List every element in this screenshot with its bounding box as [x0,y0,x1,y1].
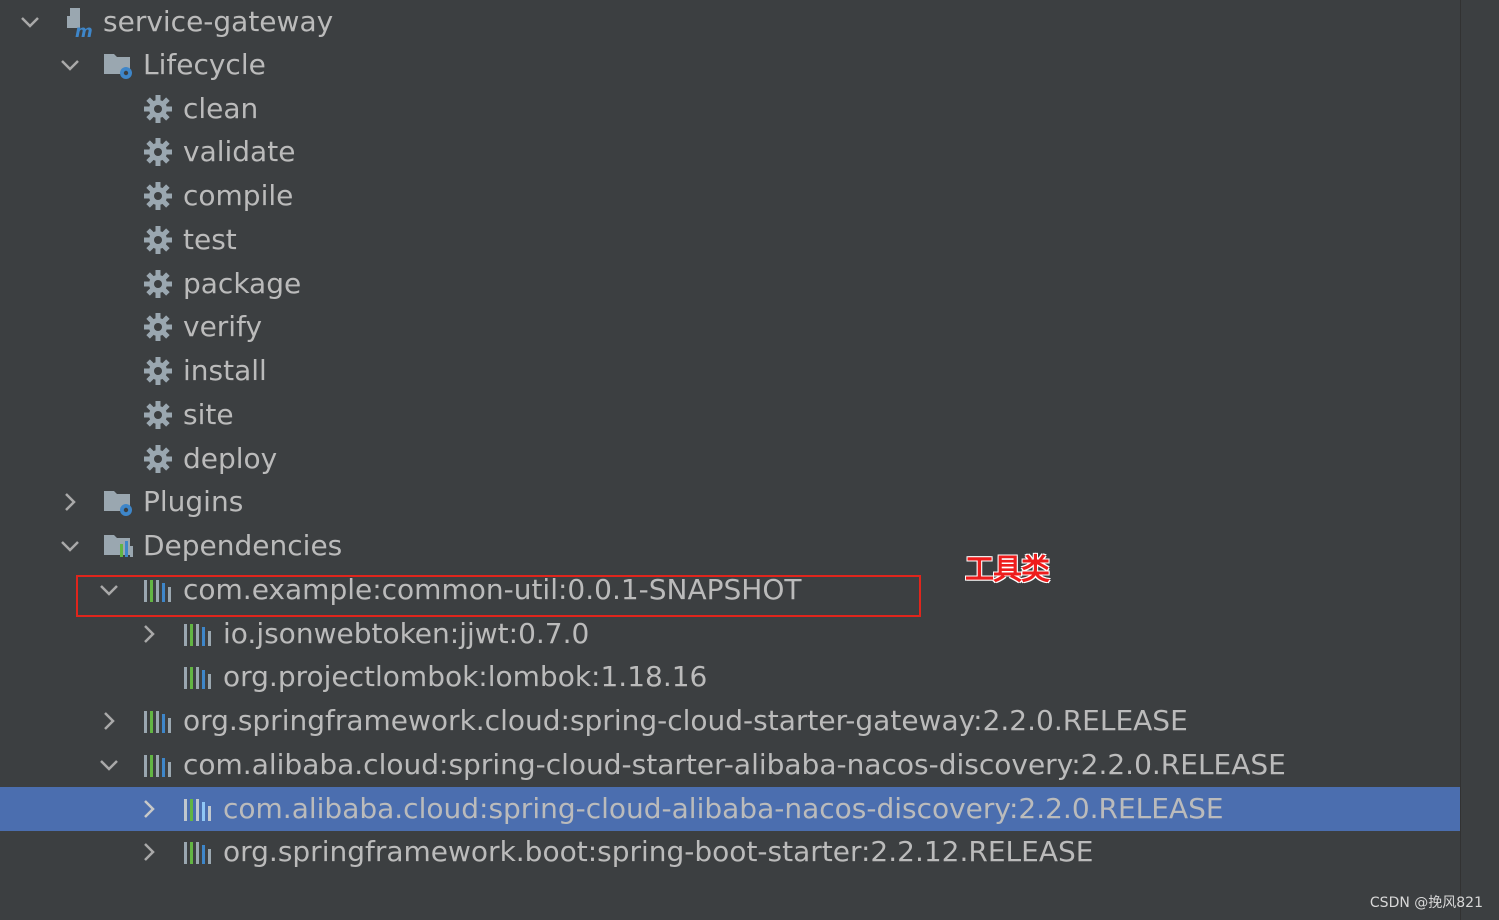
goal-label: validate [183,135,296,168]
plugins-folder-icon [104,491,132,516]
dependency-label: org.springframework.boot:spring-boot-sta… [223,835,1094,868]
dependency-label: com.alibaba.cloud:spring-cloud-alibaba-n… [223,792,1224,825]
chevron-down-icon[interactable] [58,534,82,558]
annotation-label: 工具类 [965,552,1050,586]
lifecycle-goal[interactable]: test [0,218,1460,262]
library-icon [144,755,171,777]
tree-node-plugins[interactable]: Plugins [0,480,1460,524]
goal-label: site [183,398,234,431]
tree-node-label: Lifecycle [143,48,266,81]
goal-label: clean [183,92,259,125]
goal-label: install [183,354,267,387]
library-icon [144,711,171,733]
lifecycle-goal[interactable]: clean [0,87,1460,131]
chevron-down-icon[interactable] [97,753,121,777]
chevron-right-icon[interactable] [137,840,161,864]
chevron-down-icon[interactable] [18,10,42,34]
dependency-label: org.springframework.cloud:spring-cloud-s… [183,704,1188,737]
maven-module-icon: m [67,8,93,38]
library-icon [184,667,211,689]
tree-node-lifecycle[interactable]: Lifecycle [0,43,1460,87]
goal-label: test [183,223,237,256]
svg-text:m: m [75,22,93,38]
lifecycle-goal[interactable]: verify [0,305,1460,349]
dependency-item-selected[interactable]: com.alibaba.cloud:spring-cloud-alibaba-n… [0,787,1460,831]
lifecycle-goal[interactable]: package [0,262,1460,306]
dependency-label: org.projectlombok:lombok:1.18.16 [223,660,708,693]
tree-node-label: Dependencies [143,529,343,562]
library-icon [184,799,211,821]
dependency-item[interactable]: org.projectlombok:lombok:1.18.16 [0,655,1460,699]
goal-label: compile [183,179,294,212]
library-icon [184,842,211,864]
lifecycle-goal[interactable]: install [0,349,1460,393]
lifecycle-goal[interactable]: compile [0,174,1460,218]
goal-label: deploy [183,442,278,475]
dependency-item[interactable]: io.jsonwebtoken:jjwt:0.7.0 [0,612,1460,656]
maven-tool-window: m service-gateway Lifecycle clean valida… [0,0,1499,920]
watermark: CSDN @挽风821 [1369,895,1483,911]
dependency-item[interactable]: org.springframework.cloud:spring-cloud-s… [0,699,1460,743]
lifecycle-folder-icon [104,54,132,79]
chevron-right-icon[interactable] [58,490,82,514]
tree-node-label: service-gateway [103,5,334,38]
lifecycle-goal[interactable]: validate [0,130,1460,174]
dependencies-folder-icon [104,535,133,557]
dependency-label: com.alibaba.cloud:spring-cloud-starter-a… [183,748,1286,781]
dependency-label: io.jsonwebtoken:jjwt:0.7.0 [223,617,590,650]
library-icon [184,624,211,646]
lifecycle-goal[interactable]: deploy [0,437,1460,481]
annotation-highlight-box [76,575,921,617]
chevron-right-icon[interactable] [137,797,161,821]
gear-icon [144,313,172,341]
gear-icon [144,95,172,123]
goal-label: package [183,267,302,300]
vertical-scrollbar-track[interactable] [1460,0,1499,920]
gear-icon [144,226,172,254]
tree-node-dependencies[interactable]: Dependencies [0,524,1460,568]
gear-icon [144,401,172,429]
goal-label: verify [183,310,263,343]
chevron-right-icon[interactable] [97,709,121,733]
lifecycle-goal[interactable]: site [0,393,1460,437]
dependency-item[interactable]: org.springframework.boot:spring-boot-sta… [0,830,1460,874]
tree-node-root[interactable]: m service-gateway [0,0,1460,44]
gear-icon [144,138,172,166]
chevron-down-icon[interactable] [58,53,82,77]
gear-icon [144,445,172,473]
gear-icon [144,182,172,210]
tree-node-label: Plugins [143,485,244,518]
dependency-item[interactable]: com.alibaba.cloud:spring-cloud-starter-a… [0,743,1460,787]
chevron-right-icon[interactable] [137,622,161,646]
gear-icon [144,357,172,385]
gear-icon [144,270,172,298]
